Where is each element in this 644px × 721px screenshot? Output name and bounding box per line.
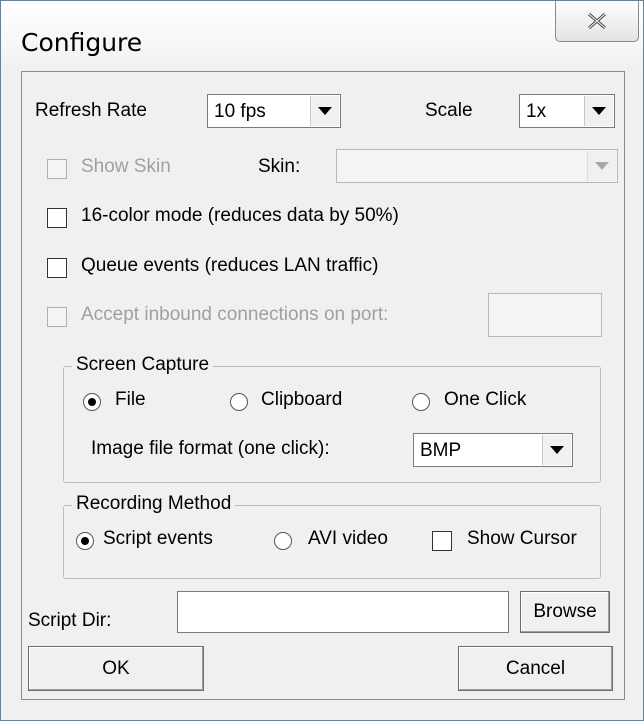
screen-capture-title: Screen Capture — [72, 354, 214, 376]
accept-inbound-label: Accept inbound connections on port: — [81, 304, 389, 325]
recording-method-title: Recording Method — [72, 493, 236, 515]
queue-events-checkbox[interactable] — [47, 258, 67, 278]
dropdown-arrow-icon[interactable] — [310, 96, 339, 126]
title-bar: Configure — [1, 1, 643, 71]
dropdown-arrow-icon[interactable] — [542, 435, 571, 465]
avi-video-radio[interactable] — [274, 532, 292, 550]
file-radio-label: File — [115, 389, 146, 410]
skin-label: Skin: — [258, 156, 301, 177]
image-format-label: Image file format (one click): — [91, 438, 330, 459]
inbound-port-field[interactable] — [488, 293, 602, 337]
browse-button[interactable]: Browse — [520, 591, 610, 633]
configure-dialog: Configure Refresh Rate 10 fps Scale 1x S… — [0, 0, 644, 721]
recording-method-group: Recording Method Script events AVI video… — [63, 493, 601, 579]
radio-selected-dot — [81, 537, 89, 545]
file-radio[interactable] — [83, 393, 101, 411]
scale-value: 1x — [526, 101, 547, 122]
cancel-button[interactable]: Cancel — [458, 646, 613, 691]
accept-inbound-checkbox[interactable] — [47, 307, 67, 327]
radio-selected-dot — [88, 398, 96, 406]
scale-label: Scale — [425, 100, 473, 121]
refresh-rate-label: Refresh Rate — [35, 100, 147, 121]
close-button[interactable] — [555, 1, 639, 42]
dropdown-arrow-icon[interactable] — [584, 96, 613, 126]
color16-checkbox[interactable] — [47, 208, 67, 228]
clipboard-radio-label: Clipboard — [261, 389, 343, 410]
image-format-select[interactable]: BMP — [413, 433, 573, 467]
refresh-rate-value: 10 fps — [214, 101, 266, 122]
clipboard-radio[interactable] — [230, 393, 248, 411]
skin-select[interactable] — [336, 149, 618, 183]
refresh-rate-select[interactable]: 10 fps — [207, 94, 341, 128]
screen-capture-group: Screen Capture File Clipboard One Click … — [63, 354, 601, 483]
show-skin-checkbox[interactable] — [47, 159, 67, 179]
color16-label: 16-color mode (reduces data by 50%) — [81, 205, 399, 226]
show-cursor-label: Show Cursor — [467, 528, 577, 549]
script-dir-field[interactable] — [177, 591, 509, 633]
script-dir-label: Script Dir: — [28, 610, 112, 631]
script-events-radio-label: Script events — [103, 528, 213, 549]
one-click-radio-label: One Click — [444, 389, 527, 410]
dialog-body: Refresh Rate 10 fps Scale 1x Show Skin S… — [21, 71, 625, 700]
show-cursor-checkbox[interactable] — [432, 531, 452, 551]
one-click-radio[interactable] — [412, 393, 430, 411]
script-events-radio[interactable] — [76, 532, 94, 550]
dropdown-arrow-icon[interactable] — [587, 151, 616, 181]
avi-video-radio-label: AVI video — [308, 528, 388, 549]
close-icon — [588, 12, 606, 30]
show-skin-label: Show Skin — [81, 156, 171, 177]
queue-events-label: Queue events (reduces LAN traffic) — [81, 255, 379, 276]
ok-button[interactable]: OK — [28, 646, 204, 691]
image-format-value: BMP — [420, 440, 462, 461]
dialog-title: Configure — [21, 28, 143, 57]
scale-select[interactable]: 1x — [519, 94, 615, 128]
